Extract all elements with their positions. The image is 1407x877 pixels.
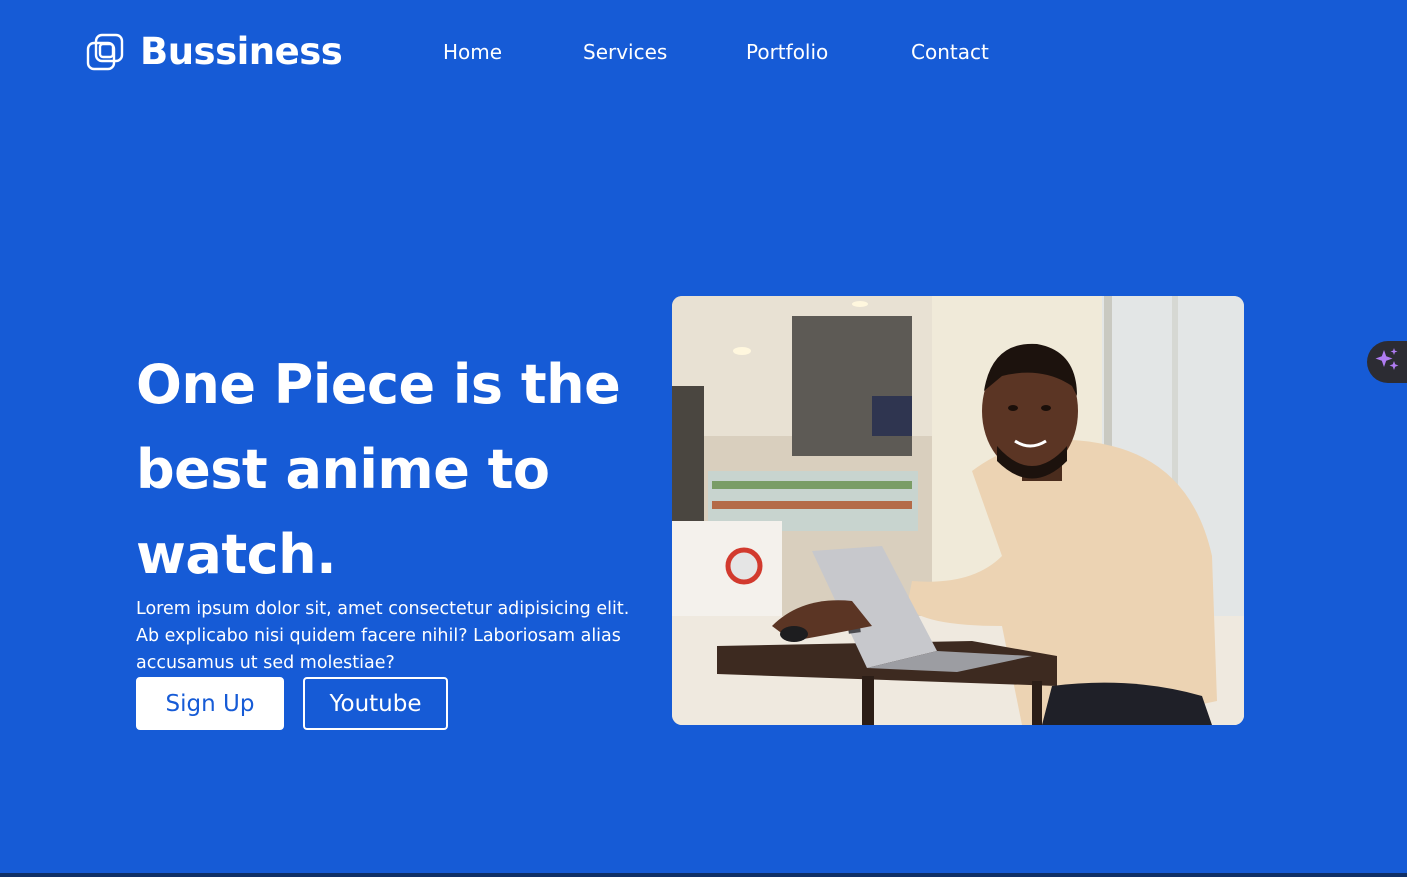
nav-home-link[interactable]: Home: [443, 38, 502, 66]
hero-title: One Piece is the best anime to watch.: [136, 353, 621, 586]
assistant-button[interactable]: [1367, 341, 1407, 383]
nav-services-link[interactable]: Services: [583, 38, 667, 66]
sparkle-icon: [1373, 346, 1401, 378]
sign-up-button[interactable]: Sign Up: [136, 677, 284, 730]
hero-description: Lorem ipsum dolor sit, amet consectetur …: [136, 599, 630, 673]
nav-contact-link[interactable]: Contact: [911, 38, 989, 66]
brand-logo-link[interactable]: Bussiness: [86, 30, 343, 74]
hero-photo: [672, 296, 1244, 725]
youtube-button[interactable]: Youtube: [303, 677, 448, 730]
taskbar-edge: [0, 873, 1407, 877]
squares-logo-icon: [86, 33, 124, 71]
brand-name: Bussiness: [140, 30, 343, 73]
landing-page: Bussiness Home Services Portfolio Contac…: [0, 0, 1407, 877]
nav-portfolio-link[interactable]: Portfolio: [746, 38, 828, 66]
